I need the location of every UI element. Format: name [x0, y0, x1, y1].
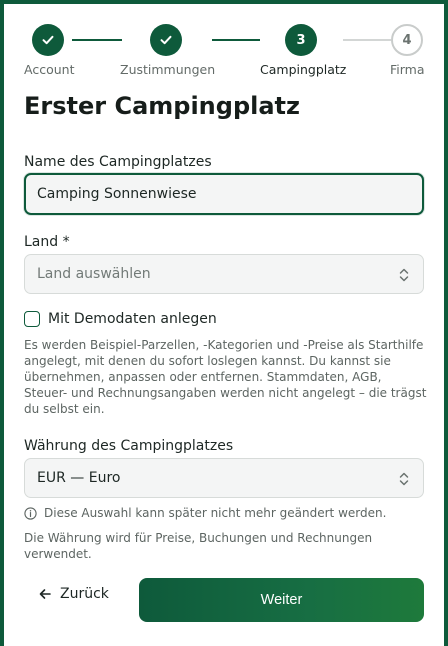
step-connector — [343, 39, 391, 41]
country-placeholder: Land auswählen — [37, 266, 151, 282]
campsite-name-input[interactable] — [24, 173, 424, 215]
currency-label: Währung des Campingplatzes — [24, 438, 234, 454]
demo-data-option[interactable]: Mit Demodaten anlegen — [24, 311, 217, 327]
step-label-zustimmungen: Zustimmungen — [120, 62, 216, 77]
country-select[interactable]: Land auswählen — [24, 254, 424, 294]
step-4-upcoming: 4 — [391, 24, 423, 56]
demo-data-checkbox[interactable] — [24, 311, 40, 327]
frame-border — [0, 0, 4, 646]
country-label: Land * — [24, 234, 70, 250]
step-label-account: Account — [24, 62, 75, 77]
step-label-firma: Firma — [390, 62, 425, 77]
onboarding-card: Account Zustimmungen 3 Campingplatz 4 Fi… — [0, 0, 448, 646]
info-circle-icon — [24, 506, 37, 520]
currency-info-text: Diese Auswahl kann später nicht mehr geä… — [44, 506, 387, 520]
demo-data-help: Es werden Beispiel-Parzellen, -Kategorie… — [24, 338, 427, 416]
currency-select[interactable]: EUR — Euro — [24, 458, 424, 498]
step-2-complete — [150, 24, 182, 56]
demo-data-label[interactable]: Mit Demodaten anlegen — [48, 311, 217, 327]
step-connector — [72, 39, 122, 41]
currency-help: Die Währung wird für Preise, Buchungen u… — [24, 531, 373, 561]
arrow-left-icon — [39, 589, 51, 599]
frame-border — [0, 0, 448, 4]
frame-border — [444, 0, 448, 646]
check-icon — [160, 35, 172, 45]
chevron-up-down-icon — [399, 268, 409, 282]
stepper: Account Zustimmungen 3 Campingplatz 4 Fi… — [0, 0, 448, 86]
currency-info: Diese Auswahl kann später nicht mehr geä… — [24, 506, 386, 520]
check-icon — [42, 35, 54, 45]
step-1-complete — [32, 24, 64, 56]
next-button[interactable]: Weiter — [139, 578, 424, 622]
campsite-name-label: Name des Campingplatzes — [24, 154, 212, 170]
back-button-label: Zurück — [60, 586, 109, 602]
currency-value: EUR — Euro — [37, 470, 121, 486]
back-button[interactable]: Zurück — [38, 586, 109, 602]
step-connector — [212, 39, 260, 41]
page-title: Erster Campingplatz — [24, 92, 300, 120]
chevron-up-down-icon — [399, 472, 409, 486]
step-label-campingplatz: Campingplatz — [260, 62, 347, 77]
step-3-current: 3 — [285, 24, 317, 56]
